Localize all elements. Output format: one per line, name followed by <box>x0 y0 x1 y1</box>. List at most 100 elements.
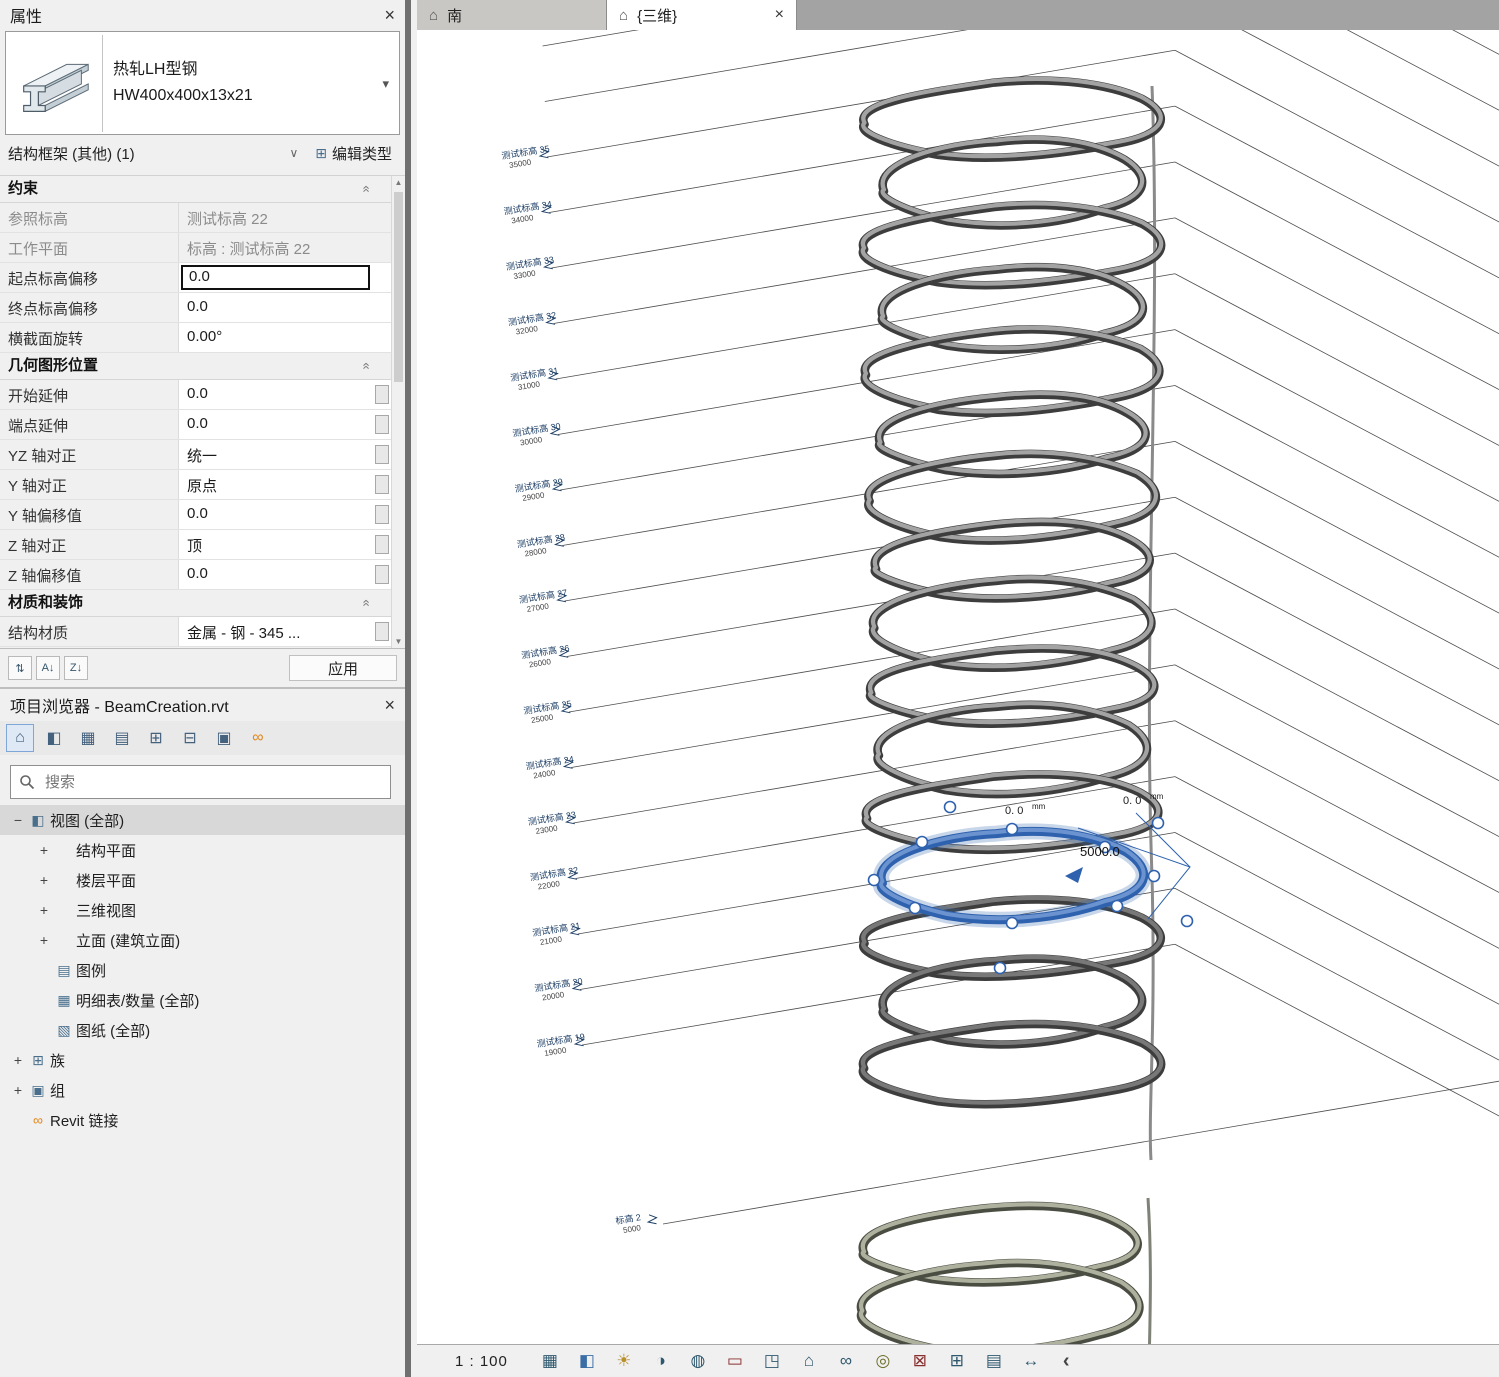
tab-3d[interactable]: ⌂ {三维} × <box>607 0 797 30</box>
detail-views-icon[interactable]: ⊞ <box>142 724 170 752</box>
focused-value-input[interactable]: 0.0 <box>181 265 370 290</box>
level-label[interactable]: 测试标高 3333000 <box>505 254 556 282</box>
associate-parameter-button[interactable] <box>375 385 389 404</box>
associate-parameter-button[interactable] <box>375 565 389 584</box>
tree-item[interactable]: ▧图纸 (全部) <box>0 1015 405 1045</box>
sort-asc-icon[interactable]: A↓ <box>36 656 60 680</box>
apply-button[interactable]: 应用 <box>289 655 397 681</box>
property-value[interactable]: 顶 <box>178 530 392 559</box>
level-label[interactable]: 测试标高 2424000 <box>525 753 576 781</box>
property-value[interactable]: 0.0 <box>178 263 392 292</box>
scroll-down-icon[interactable]: ▼ <box>392 637 405 646</box>
worksharing-icon[interactable]: ▤ <box>983 1351 1005 1371</box>
expand-chevron-icon[interactable]: ‹ <box>1063 1350 1070 1373</box>
sort-desc-icon[interactable]: Z↓ <box>64 656 88 680</box>
close-properties-icon[interactable]: × <box>384 6 395 24</box>
drag-handle[interactable] <box>1153 818 1164 829</box>
collapse-icon[interactable]: « <box>353 185 379 192</box>
property-value[interactable]: 0.0 <box>178 380 392 409</box>
expand-icon[interactable]: + <box>36 842 52 858</box>
type-dropdown-arrow-icon[interactable]: ▾ <box>382 76 389 92</box>
drag-handle[interactable] <box>1007 824 1018 835</box>
level-label[interactable]: 测试标高 2323000 <box>527 809 578 837</box>
chevron-down-icon[interactable]: ∨ <box>289 146 298 160</box>
collapse-icon[interactable]: « <box>353 362 379 369</box>
property-value[interactable]: 0.00° <box>178 323 392 352</box>
level-label[interactable]: 测试标高 2828000 <box>516 531 567 559</box>
tree-item[interactable]: +⊞族 <box>0 1045 405 1075</box>
tree-item[interactable]: +立面 (建筑立面) <box>0 925 405 955</box>
level-label[interactable]: 测试标高 3535000 <box>501 143 552 171</box>
property-value[interactable]: 0.0 <box>178 410 392 439</box>
resize-icon[interactable]: ↔ <box>1020 1351 1042 1371</box>
selection-layer[interactable]: 0. 0mm0. 0mm5000.0 <box>869 792 1193 974</box>
element-filter-dropdown[interactable]: 结构框架 (其他) (1) <box>8 143 289 164</box>
associate-parameter-button[interactable] <box>375 415 389 434</box>
drag-handle[interactable] <box>1182 916 1193 927</box>
sun-path-icon[interactable]: ☀ <box>613 1351 635 1371</box>
sheets-icon[interactable]: ▤ <box>108 724 136 752</box>
views-icon[interactable]: ◧ <box>40 724 68 752</box>
collapse-icon[interactable]: − <box>10 812 26 828</box>
collapse-icon[interactable]: « <box>353 599 379 606</box>
tree-item[interactable]: +结构平面 <box>0 835 405 865</box>
associate-parameter-button[interactable] <box>375 475 389 494</box>
visual-style-icon[interactable]: ◧ <box>576 1351 598 1371</box>
drag-handle[interactable] <box>945 802 956 813</box>
level-label[interactable]: 测试标高 2626000 <box>520 642 571 670</box>
level-label[interactable]: 测试标高 3030000 <box>512 420 563 448</box>
tree-item[interactable]: ▤图例 <box>0 955 405 985</box>
show-crop-icon[interactable]: ◳ <box>761 1351 783 1371</box>
close-tab-icon[interactable]: × <box>775 6 784 24</box>
3d-viewport[interactable]: 测试标高 3535000 测试标高 3434000 测试标高 3333000 测试标高… <box>417 30 1499 1345</box>
level-label[interactable]: 测试标高 1919000 <box>536 1031 587 1059</box>
scale-control[interactable]: 1 : 100 <box>455 1353 508 1370</box>
families-icon[interactable]: ⊟ <box>176 724 204 752</box>
property-value[interactable]: 统一 <box>178 440 392 469</box>
property-value[interactable]: 测试标高 22 <box>178 203 392 232</box>
section-header[interactable]: 几何图形位置« <box>0 353 392 380</box>
property-value[interactable]: 原点 <box>178 470 392 499</box>
section-header[interactable]: 材质和装饰« <box>0 590 392 617</box>
temp-view-icon[interactable]: ⊠ <box>909 1351 931 1371</box>
level-label[interactable]: 测试标高 2727000 <box>518 587 569 615</box>
lock-view-icon[interactable]: ⌂ <box>798 1351 820 1371</box>
property-value[interactable]: 标高 : 测试标高 22 <box>178 233 392 262</box>
type-selector[interactable]: 热轧LH型钢 HW400x400x13x21 ▾ <box>5 31 400 135</box>
edit-type-button[interactable]: ⊞ 编辑类型 <box>308 139 399 168</box>
drag-handle[interactable] <box>869 875 880 886</box>
scroll-up-icon[interactable]: ▲ <box>392 178 405 187</box>
shadows-icon[interactable]: ◑ <box>650 1351 672 1371</box>
sort-menu-icon[interactable]: ⇅ <box>8 656 32 680</box>
tree-item[interactable]: +▣组 <box>0 1075 405 1105</box>
tree-item[interactable]: +三维视图 <box>0 895 405 925</box>
scrollbar-thumb[interactable] <box>394 192 403 382</box>
search-box[interactable] <box>10 765 391 799</box>
property-value[interactable]: 0.0 <box>178 293 392 322</box>
level-label[interactable]: 测试标高 2121000 <box>531 920 582 948</box>
level-label[interactable]: 测试标高 3232000 <box>507 309 558 337</box>
expand-icon[interactable]: + <box>36 902 52 918</box>
drag-handle[interactable] <box>1149 871 1160 882</box>
drag-handle[interactable] <box>995 963 1006 974</box>
level-label[interactable]: 测试标高 3434000 <box>503 198 554 226</box>
crop-view-icon[interactable]: ▭ <box>724 1351 746 1371</box>
schedules-icon[interactable]: ▦ <box>74 724 102 752</box>
tree-item[interactable]: ∞Revit 链接 <box>0 1105 405 1135</box>
property-value[interactable]: 金属 - 钢 - 345 ... <box>178 617 392 646</box>
associate-parameter-button[interactable] <box>375 622 389 641</box>
expand-icon[interactable]: + <box>36 932 52 948</box>
section-header[interactable]: 结构« <box>0 647 392 649</box>
level-label[interactable]: 测试标高 2929000 <box>514 476 565 504</box>
property-value[interactable]: 0.0 <box>178 500 392 529</box>
expand-icon[interactable]: + <box>10 1052 26 1068</box>
tree-item[interactable]: +楼层平面 <box>0 865 405 895</box>
drag-handle[interactable] <box>1007 918 1018 929</box>
3d-canvas[interactable]: 测试标高 3535000 测试标高 3434000 测试标高 3333000 测试标高… <box>417 30 1499 1345</box>
revit-link-icon[interactable]: ∞ <box>244 724 272 752</box>
beams-layer[interactable] <box>861 79 1161 1345</box>
home-icon[interactable]: ⌂ <box>6 724 34 752</box>
tab-south[interactable]: ⌂ 南 <box>417 0 607 30</box>
rendering-icon[interactable]: ◍ <box>687 1351 709 1371</box>
drag-handle[interactable] <box>910 903 921 914</box>
